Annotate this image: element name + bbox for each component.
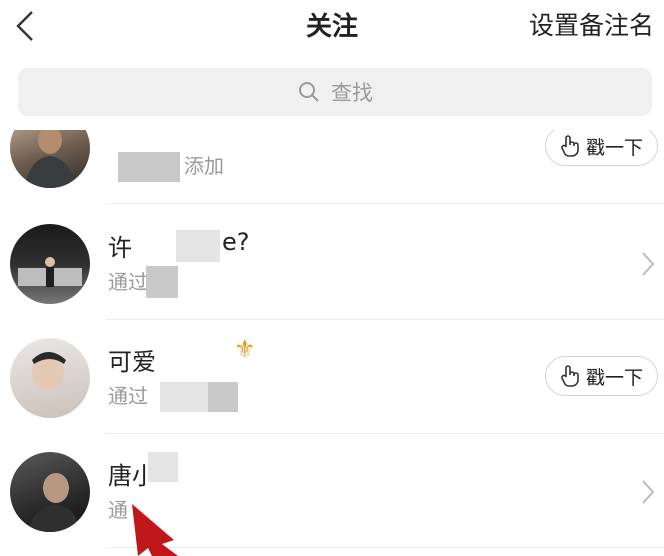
pointer-arrow-icon: [132, 504, 178, 556]
contact-list: 添加 戳一下 许 e? 通过 可爱 ⚜ 通过 戳一下 唐小 通: [0, 130, 664, 556]
poke-label: 戳一下: [585, 136, 643, 159]
hand-poke-icon: [561, 365, 579, 387]
contact-name: 许: [108, 234, 132, 262]
avatar: [10, 338, 90, 418]
fleur-icon: ⚜: [234, 335, 256, 363]
list-item[interactable]: 许 e? 通过: [0, 206, 664, 320]
list-item[interactable]: 添加 戳一下: [0, 130, 664, 204]
avatar: [10, 224, 90, 304]
header: 关注 设置备注名: [0, 0, 664, 56]
avatar: [10, 452, 90, 532]
chevron-right-icon: [642, 480, 655, 504]
search-bar[interactable]: 查找: [18, 68, 652, 116]
chevron-right-icon: [642, 252, 655, 276]
avatar: [10, 130, 90, 188]
contact-subtitle: 添加: [184, 154, 224, 178]
set-remark-button[interactable]: 设置备注名: [529, 6, 654, 42]
search-icon: [299, 82, 319, 102]
contact-name-suffix: e?: [222, 228, 250, 256]
search-placeholder: 查找: [331, 81, 373, 105]
contact-name: 可爱: [108, 348, 156, 376]
contact-subtitle: 通过: [108, 270, 148, 294]
hand-poke-icon: [561, 135, 579, 157]
poke-label: 戳一下: [585, 366, 643, 389]
poke-button[interactable]: 戳一下: [544, 130, 658, 166]
list-item[interactable]: 唐小 通: [0, 434, 664, 548]
poke-button[interactable]: 戳一下: [544, 356, 658, 396]
contact-subtitle: 通过: [108, 384, 148, 408]
list-item[interactable]: 可爱 ⚜ 通过 戳一下: [0, 320, 664, 434]
